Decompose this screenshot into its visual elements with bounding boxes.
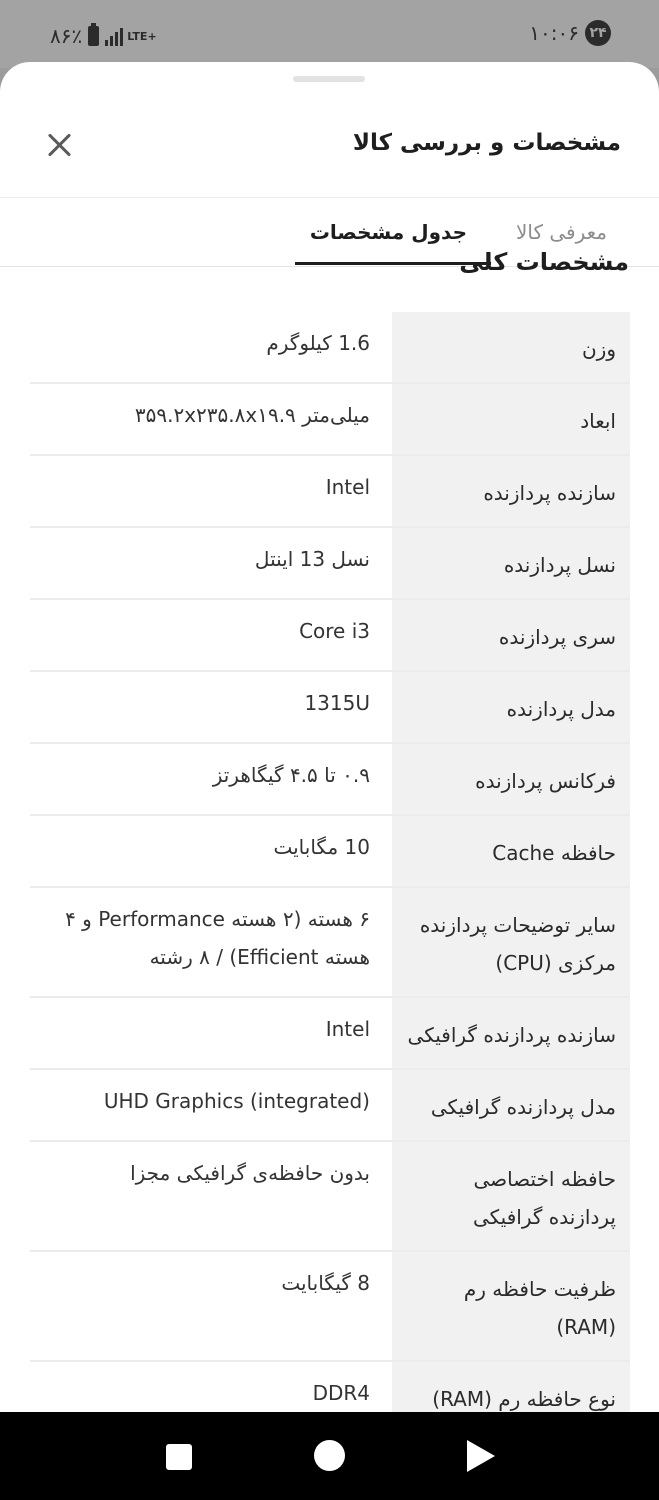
status-left: ۸۶٪ LTE+ [50,23,157,48]
back-button[interactable] [467,1440,495,1472]
spec-label: مدل پردازنده گرافیکی [392,1070,630,1140]
spec-row: سایر توضیحات پردازنده مرکزی (CPU) ۶ هسته … [30,888,630,998]
battery-icon [88,23,100,46]
spec-label: نسل پردازنده [392,528,630,598]
home-button[interactable] [314,1440,345,1471]
spec-value: 8 گیگابایت [281,1271,370,1295]
battery-percent: ۸۶٪ [50,24,83,48]
spec-label: مدل پردازنده [392,672,630,742]
signal-icon [105,26,124,46]
spec-row: وزن 1.6 کیلوگرم [30,312,630,384]
spec-value: UHD Graphics (integrated) [103,1089,370,1113]
navigation-bar [0,1412,659,1500]
spec-row: سازنده پردازنده Intel [30,456,630,528]
sheet-title: مشخصات و بررسی کالا [352,130,621,156]
spec-label: نوع حافظه رم (RAM) [392,1362,630,1412]
status-bar: ۸۶٪ LTE+ ۱۰:۰۶ ۲۴ [0,0,659,68]
spec-row: ابعاد میلی‌متر ۳۵۹.۲x۲۳۵.۸x۱۹.۹ [30,384,630,456]
spec-row: مدل پردازنده 1315U [30,672,630,744]
spec-value: DDR4 [312,1381,370,1405]
tab-product-intro[interactable]: معرفی کالا [516,220,607,244]
spec-label: سری پردازنده [392,600,630,670]
spec-label: سایر توضیحات پردازنده مرکزی (CPU) [392,888,630,996]
notification-badge: ۲۴ [585,20,611,46]
drag-handle[interactable] [293,76,365,82]
recent-apps-button[interactable] [166,1444,192,1470]
spec-row: نوع حافظه رم (RAM) DDR4 [30,1362,630,1412]
spec-label: سازنده پردازنده [392,456,630,526]
spec-row: نسل پردازنده نسل 13 اینتل [30,528,630,600]
spec-value: Intel [325,1017,370,1041]
spec-value: 1.6 کیلوگرم [266,331,370,355]
spec-label: وزن [392,312,630,382]
spec-label: حافظه اختصاصی پردازنده گرافیکی [392,1142,630,1250]
specs-table: وزن 1.6 کیلوگرم ابعاد میلی‌متر ۳۵۹.۲x۲۳۵.۸x… [30,312,630,1412]
spec-row: حافظه Cache 10 مگابایت [30,816,630,888]
status-right: ۱۰:۰۶ ۲۴ [529,20,611,46]
bottom-sheet: مشخصات و بررسی کالا معرفی کالا جدول مشخص… [0,62,659,1412]
spec-row: سازنده پردازنده گرافیکی Intel [30,998,630,1070]
spec-value: Core i3 [299,619,370,643]
spec-row: مدل پردازنده گرافیکی UHD Graphics (integr… [30,1070,630,1142]
spec-value: ۰.۹ تا ۴.۵ گیگاهرتز [212,763,370,787]
spec-row: فرکانس پردازنده ۰.۹ تا ۴.۵ گیگاهرتز [30,744,630,816]
spec-value: 10 مگابایت [273,835,370,859]
network-type: LTE+ [127,29,157,43]
section-heading: مشخصات کلی [459,248,629,276]
close-icon[interactable] [40,126,80,166]
spec-label: ظرفیت حافظه رم (RAM) [392,1252,630,1360]
spec-value: میلی‌متر ۳۵۹.۲x۲۳۵.۸x۱۹.۹ [134,403,370,427]
tab-specs-table[interactable]: جدول مشخصات [310,220,467,244]
spec-value: بدون حافظه‌ی گرافیکی مجزا [130,1161,370,1185]
spec-value: Intel [325,475,370,499]
spec-value: ۶ هسته (۲ هسته Performance و ۴ هسته Effi… [65,907,370,969]
spec-row: حافظه اختصاصی پردازنده گرافیکی بدون حافظه… [30,1142,630,1252]
spec-label: حافظه Cache [392,816,630,886]
spec-label: فرکانس پردازنده [392,744,630,814]
spec-row: سری پردازنده Core i3 [30,600,630,672]
spec-row: ظرفیت حافظه رم (RAM) 8 گیگابایت [30,1252,630,1362]
spec-label: ابعاد [392,384,630,454]
spec-value: نسل 13 اینتل [254,547,370,571]
sheet-header: مشخصات و بررسی کالا [0,102,659,198]
spec-value: 1315U [304,691,370,715]
clock: ۱۰:۰۶ [529,21,579,45]
spec-label: سازنده پردازنده گرافیکی [392,998,630,1068]
